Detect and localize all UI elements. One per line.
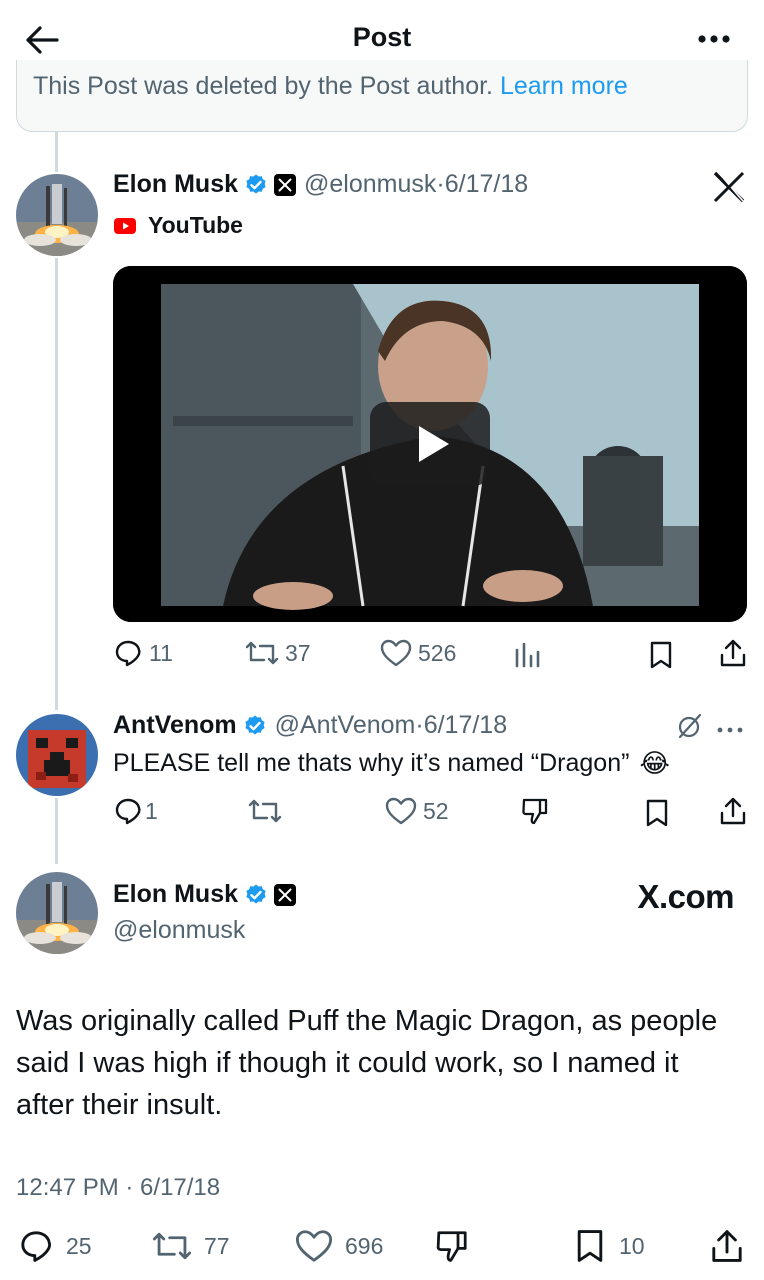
post-text: Was originally called Puff the Magic Dra… [16, 1005, 718, 1121]
like-button[interactable]: 526 [380, 638, 456, 668]
page-title: Post [352, 22, 412, 52]
repost-count: 77 [204, 1232, 230, 1259]
repost-icon [248, 799, 282, 823]
learn-more-link[interactable]: Learn more [500, 72, 628, 100]
heart-icon [385, 797, 417, 825]
like-count: 696 [345, 1232, 384, 1259]
quoted-post-header: Elon Musk @elonmusk · 6/17/18 [113, 170, 528, 199]
reply-icon [115, 640, 141, 667]
avatar[interactable] [16, 872, 98, 954]
x-affiliate-badge-icon [274, 883, 297, 906]
reply-button[interactable]: 1 [113, 796, 158, 826]
reply-count: 25 [66, 1232, 92, 1259]
heart-icon [295, 1230, 333, 1262]
reply-button[interactable]: 11 [113, 638, 173, 668]
main-post-actions: 25 77 696 10 [0, 1228, 764, 1268]
main-post-header: Elon Musk [113, 880, 297, 909]
post-timestamp[interactable]: 12:47 PM · 6/17/18 [16, 1174, 220, 1202]
reply-icon [21, 1231, 52, 1262]
repost-icon [152, 1232, 192, 1260]
analytics-icon [515, 642, 540, 668]
rocket-launch-avatar-image [16, 174, 98, 256]
like-button[interactable]: 52 [385, 796, 449, 826]
avatar[interactable] [16, 174, 98, 256]
heart-icon [380, 639, 412, 667]
dislike-button[interactable] [520, 796, 550, 826]
author-name[interactable]: Elon Musk [113, 170, 238, 199]
share-icon [712, 1230, 742, 1262]
avatar[interactable] [16, 714, 98, 796]
reply-text: PLEASE tell me thats why it’s named “Dra… [113, 748, 670, 779]
share-button[interactable] [710, 1228, 744, 1264]
more-options-icon[interactable] [716, 722, 744, 733]
creeper-avatar-image [16, 714, 98, 796]
x-affiliate-badge-icon [274, 173, 297, 196]
thread-line [55, 132, 58, 172]
deleted-notice-text: This Post was deleted by the Post author… [33, 72, 493, 100]
video-embed[interactable] [113, 266, 747, 622]
separator-dot: · [415, 711, 424, 739]
reply-body: PLEASE tell me thats why it’s named “Dra… [113, 749, 630, 777]
repost-icon [245, 641, 279, 665]
verified-badge-icon [243, 714, 267, 738]
bookmark-button[interactable]: 10 [575, 1228, 645, 1264]
verified-badge-icon [244, 173, 268, 197]
reply-header: AntVenom @AntVenom · 6/17/18 [113, 711, 507, 740]
deleted-post-notice: This Post was deleted by the Post author… [16, 60, 748, 132]
source-label: YouTube [148, 212, 243, 238]
repost-count: 37 [285, 639, 311, 666]
reply-actions: 1 52 [0, 794, 764, 834]
thumbs-down-icon [436, 1231, 467, 1262]
like-count: 52 [423, 797, 449, 824]
post-date[interactable]: 6/17/18 [445, 170, 528, 199]
bookmark-button[interactable] [649, 640, 673, 670]
author-name[interactable]: AntVenom [113, 711, 237, 740]
share-button[interactable] [719, 796, 747, 826]
x-logo-icon [712, 170, 746, 204]
like-count: 526 [418, 639, 457, 666]
repost-button[interactable]: 37 [245, 638, 311, 668]
author-name[interactable]: Elon Musk [113, 880, 238, 909]
repost-button[interactable]: 77 [152, 1228, 230, 1264]
views-button[interactable] [513, 640, 541, 668]
source-link[interactable]: YouTube [114, 212, 243, 239]
reply-button[interactable]: 25 [18, 1228, 92, 1264]
reply-icon [115, 798, 141, 825]
more-button[interactable] [694, 24, 734, 54]
verified-badge-icon [244, 883, 268, 907]
separator-dot: · [436, 170, 445, 198]
share-icon [720, 639, 746, 667]
like-button[interactable]: 696 [295, 1228, 383, 1264]
bookmark-icon [646, 799, 668, 827]
author-handle[interactable]: @elonmusk [304, 170, 436, 199]
author-handle[interactable]: @AntVenom [275, 711, 416, 740]
video-thumbnail [113, 266, 747, 622]
reply-count: 11 [149, 639, 173, 666]
author-handle[interactable]: @elonmusk [113, 916, 245, 945]
bookmark-button[interactable] [645, 798, 669, 828]
reply-count: 1 [145, 797, 158, 824]
post-date[interactable]: 6/17/18 [424, 711, 507, 740]
rocket-launch-avatar-image [16, 872, 98, 954]
dislike-button[interactable] [434, 1228, 470, 1264]
share-button[interactable] [719, 638, 747, 668]
bookmark-count: 10 [619, 1232, 645, 1259]
share-icon [720, 797, 746, 825]
more-horizontal-icon [698, 35, 730, 43]
x-com-watermark: X.com [637, 878, 734, 915]
bookmark-icon [650, 641, 672, 669]
grok-icon[interactable] [676, 712, 704, 740]
quoted-post-actions: 11 37 526 [0, 636, 764, 676]
youtube-icon [114, 217, 136, 234]
laughing-emoji: 😂 [639, 748, 670, 778]
repost-button[interactable] [248, 796, 282, 826]
thumbs-down-icon [522, 798, 548, 825]
bookmark-icon [577, 1230, 603, 1262]
